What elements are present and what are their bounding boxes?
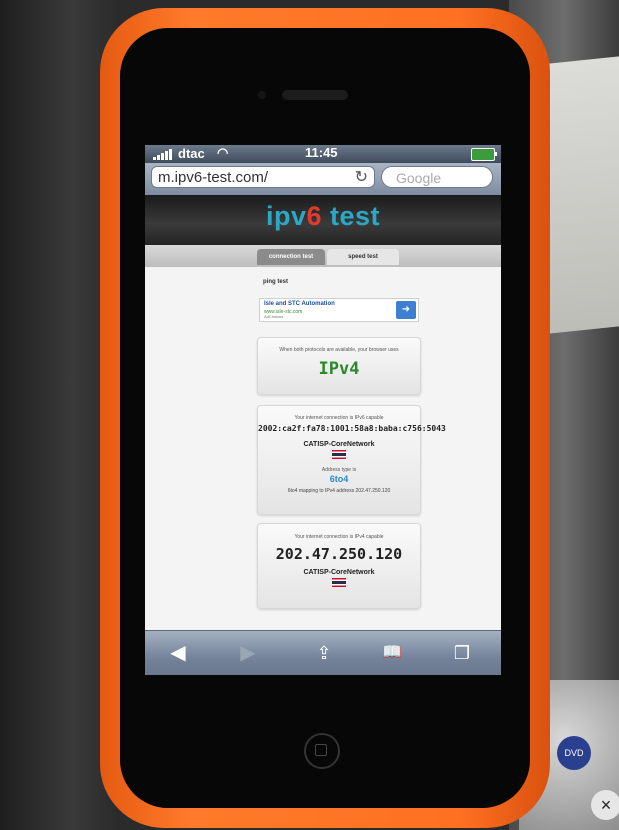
reload-icon[interactable]: ↻ [355,167,368,189]
wifi-icon: ◠ [217,145,229,160]
tab-strip: connection test speed test [145,245,501,267]
ipv6-address: 2002:ca2f:fa78:1001:58a8:baba:c756:5043 [258,424,446,433]
ad-title[interactable]: Isle and STC Automation [264,301,335,307]
protocol-card: When both protocols are available, your … [257,337,421,395]
front-camera [258,91,266,99]
ping-test-link[interactable]: ping test [263,279,288,285]
protocol-value: IPv4 [318,359,360,379]
dvd-button: DVD [557,736,591,770]
logo-six: 6 [306,201,322,231]
site-header: ipv6 test [145,195,501,247]
status-bar: dtac ◠ 11:45 [145,145,501,163]
ipv4-mapping: 6to4 mapping to IPv4 address 202.47.250.… [287,488,391,494]
site-logo[interactable]: ipv6 test [145,195,501,237]
url-text: m.ipv6-test.com/ [158,169,269,186]
bookmarks-icon[interactable]: 📖 [377,639,407,667]
search-input[interactable]: Google [381,166,493,188]
ipv6-isp: CATISP-CoreNetwork [303,441,375,448]
ipv4-address: 202.47.250.120 [275,545,403,563]
thai-flag-icon [332,578,346,587]
address-type-value[interactable]: 6to4 [258,474,420,484]
carrier-label: dtac [178,146,205,161]
ipv4-isp: CATISP-CoreNetwork [303,569,375,576]
pages-icon[interactable]: ❐ [447,639,477,667]
forward-icon[interactable]: ▶ [233,639,263,667]
earpiece-speaker [282,90,348,100]
clock: 11:45 [305,145,338,160]
tab-speed-test[interactable]: speed test [327,249,399,265]
signal-icon [153,149,172,160]
ipv6-card: Your internet connection is IPv6 capable… [257,405,446,515]
logo-suffix: test [322,201,381,231]
share-icon[interactable]: ⇪ [309,639,339,667]
x-button: × [591,790,619,820]
ipv6-description: Your internet connection is IPv6 capable [294,415,384,421]
url-field[interactable]: m.ipv6-test.com/ ↻ [151,166,375,188]
address-type-label: Address type is [321,467,357,473]
back-icon[interactable]: ◀ [163,639,193,667]
ad-choices[interactable]: AdChoices [264,314,283,319]
logo-prefix: ipv [265,201,307,231]
tab-connection-test[interactable]: connection test [257,249,325,265]
thai-flag-icon [332,450,346,459]
home-button[interactable] [304,733,340,769]
ad-banner[interactable]: Isle and STC Automation www.isle-stc.com… [259,298,419,322]
ipv4-description: Your internet connection is IPv4 capable [294,534,384,540]
protocol-description: When both protocols are available, your … [279,347,399,353]
phone-screen: dtac ◠ 11:45 m.ipv6-test.com/ ↻ Google i… [145,145,501,675]
browser-address-bar: m.ipv6-test.com/ ↻ Google [145,163,501,195]
browser-toolbar: ◀ ▶ ⇪ 📖 ❐ [145,630,501,675]
ad-arrow-icon[interactable]: ➜ [396,301,416,319]
background-paper [549,56,619,334]
ipv4-card: Your internet connection is IPv4 capable… [257,523,421,609]
battery-icon [471,148,497,161]
page-content: ping test Isle and STC Automation www.is… [145,267,501,630]
